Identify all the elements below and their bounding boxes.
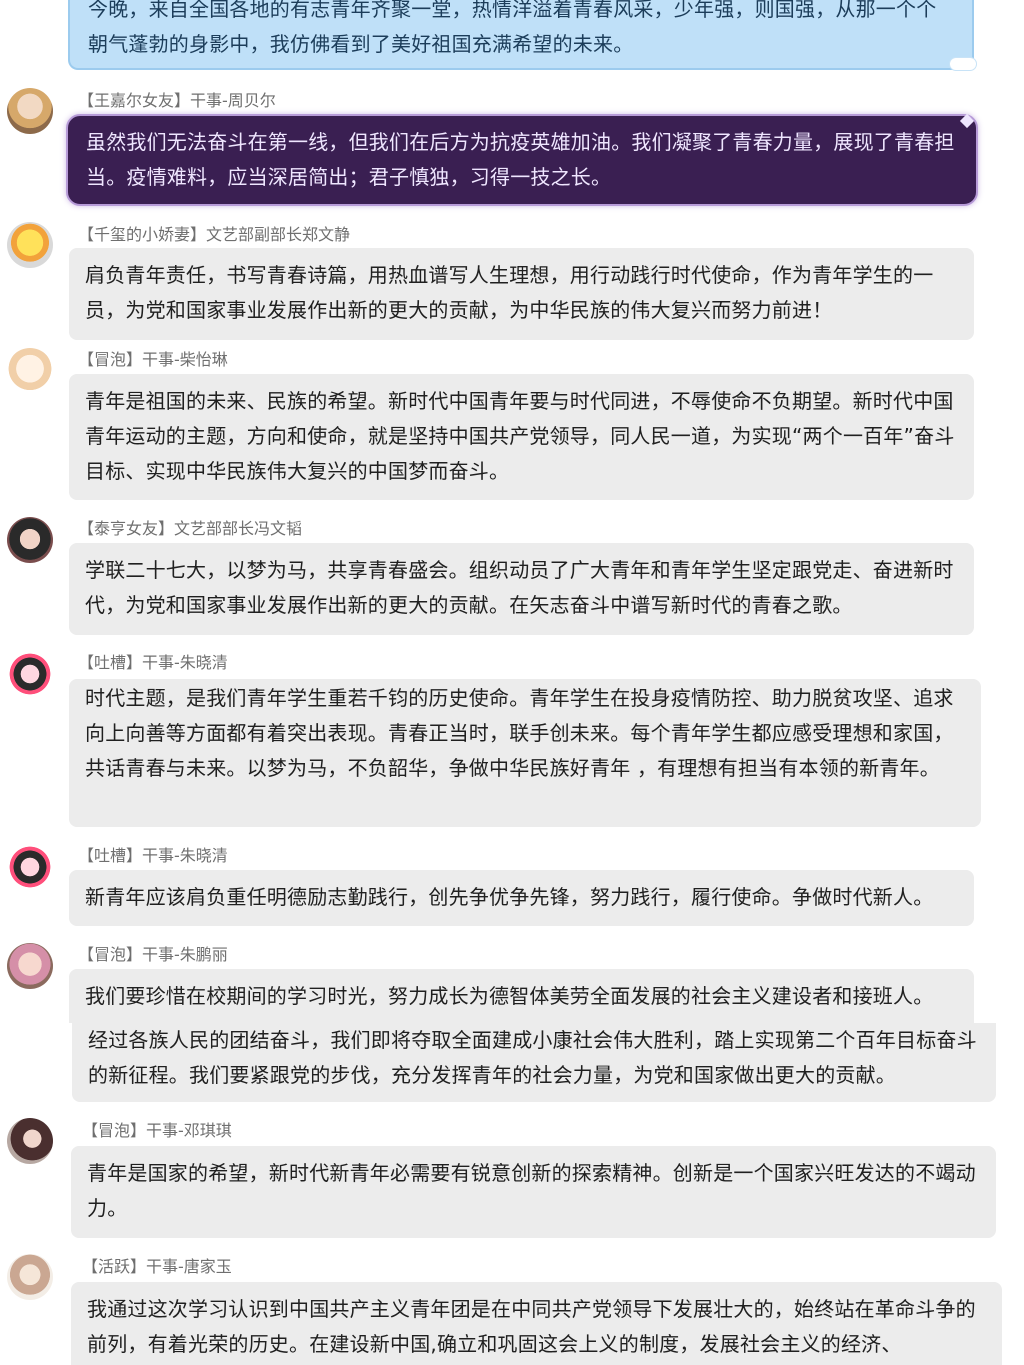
sender-tag: 【冒泡】	[78, 350, 143, 369]
sender-tag: 【冒泡】	[78, 945, 143, 964]
sender-line: 【活跃】干事-唐家玉	[82, 1257, 232, 1277]
message-bubble[interactable]: 青年是国家的希望，新时代新青年必需要有锐意创新的探索精神。创新是一个国家兴旺发达…	[71, 1146, 996, 1238]
chat-message: 【冒泡】干事-邓琪琪 青年是国家的希望，新时代新青年必需要有锐意创新的探索精神。…	[0, 1116, 1024, 1241]
sender-name: 干事-朱晓清	[142, 653, 228, 672]
sender-name: 文艺部副部长郑文静	[206, 225, 351, 244]
sender-name: 干事-柴怡琳	[142, 350, 228, 369]
sender-tag: 【冒泡】	[82, 1121, 147, 1140]
message-bubble[interactable]: 时代主题，是我们青年学生重若千钧的历史使命。青年学生在投身疫情防控、助力脱贫攻坚…	[69, 679, 981, 827]
chat-message: 【吐槽】干事-朱晓清 新青年应该肩负重任明德励志勤践行，创先争优争先锋，努力践行…	[0, 842, 1024, 932]
avatar[interactable]	[7, 1254, 53, 1300]
message-text: 青年是国家的希望，新时代新青年必需要有锐意创新的探索精神。创新是一个国家兴旺发达…	[87, 1161, 976, 1220]
cloud-decoration-icon	[950, 58, 976, 70]
sender-tag: 【吐槽】	[78, 846, 143, 865]
chat-message: 今晚，来自全国各地的有志青年齐聚一堂，热情洋溢着青春风采，少年强，则国强，从那一…	[0, 0, 1024, 75]
avatar[interactable]	[7, 348, 53, 394]
message-text: 新青年应该肩负重任明德励志勤践行，创先争优争先锋，努力践行，履行使命。争做时代新…	[85, 885, 934, 909]
sender-name: 干事-唐家玉	[146, 1257, 232, 1276]
message-text: 今晚，来自全国各地的有志青年齐聚一堂，热情洋溢着青春风采，少年强，则国强，从那一…	[88, 0, 937, 56]
sender-name: 干事-邓琪琪	[146, 1121, 232, 1140]
chat-message: 【冒泡】干事-朱鹏丽 我们要珍惜在校期间的学习时光，努力成长为德智体美劳全面发展…	[0, 941, 1024, 1106]
avatar[interactable]	[7, 517, 53, 563]
chat-message: 【活跃】干事-唐家玉 我通过这次学习认识到中国共产主义青年团是在中同共产党领导下…	[0, 1252, 1024, 1365]
chat-message: 【千玺的小娇妻】文艺部副部长郑文静 肩负青年责任，书写青春诗篇，用热血谱写人生理…	[0, 220, 1024, 344]
sender-line: 【冒泡】干事-朱鹏丽	[78, 945, 228, 965]
message-bubble[interactable]: 新青年应该肩负重任明德励志勤践行，创先争优争先锋，努力践行，履行使命。争做时代新…	[69, 870, 974, 926]
avatar[interactable]	[7, 943, 53, 989]
message-text: 青年是祖国的未来、民族的希望。新时代中国青年要与时代同进，不辱使命不负期望。新时…	[85, 389, 955, 483]
avatar[interactable]	[7, 844, 53, 890]
sender-line: 【王嘉尔女友】干事-周贝尔	[78, 91, 276, 111]
message-bubble[interactable]: 青年是祖国的未来、民族的希望。新时代中国青年要与时代同进，不辱使命不负期望。新时…	[69, 374, 974, 500]
sender-tag: 【吐槽】	[78, 653, 143, 672]
message-text: 我们要珍惜在校期间的学习时光，努力成长为德智体美劳全面发展的社会主义建设者和接班…	[85, 984, 934, 1008]
message-text: 经过各族人民的团结奋斗，我们即将夺取全面建成小康社会伟大胜利，踏上实现第二个百年…	[88, 1028, 977, 1087]
sender-line: 【冒泡】干事-柴怡琳	[78, 350, 228, 370]
chat-message: 【王嘉尔女友】干事-周贝尔 虽然我们无法奋斗在第一线，但我们在后方为抗疫英雄加油…	[0, 86, 1024, 210]
message-bubble[interactable]: 我们要珍惜在校期间的学习时光，努力成长为德智体美劳全面发展的社会主义建设者和接班…	[69, 969, 974, 1023]
message-bubble[interactable]: 肩负青年责任，书写青春诗篇，用热血谱写人生理想，用行动践行时代使命，作为青年学生…	[69, 248, 974, 340]
sender-line: 【千玺的小娇妻】文艺部副部长郑文静	[78, 225, 350, 245]
sender-line: 【泰亨女友】文艺部部长冯文韬	[78, 519, 302, 539]
sender-tag: 【泰亨女友】	[78, 519, 175, 538]
chat-message: 【吐槽】干事-朱晓清 时代主题，是我们青年学生重若千钧的历史使命。青年学生在投身…	[0, 649, 1024, 831]
message-bubble[interactable]: 我通过这次学习认识到中国共产主义青年团是在中同共产党领导下发展壮大的，始终站在革…	[71, 1282, 1002, 1365]
sender-name: 干事-周贝尔	[190, 91, 276, 110]
sender-name: 文艺部部长冯文韬	[174, 519, 303, 538]
message-text: 时代主题，是我们青年学生重若千钧的历史使命。青年学生在投身疫情防控、助力脱贫攻坚…	[85, 686, 954, 780]
message-text: 学联二十七大，以梦为马，共享青春盛会。组织动员了广大青年和青年学生坚定跟党走、奋…	[85, 558, 954, 617]
sender-line: 【吐槽】干事-朱晓清	[78, 653, 228, 673]
chat-page: 今晚，来自全国各地的有志青年齐聚一堂，热情洋溢着青春风采，少年强，则国强，从那一…	[0, 0, 1024, 1365]
chat-message: 【冒泡】干事-柴怡琳 青年是祖国的未来、民族的希望。新时代中国青年要与时代同进，…	[0, 346, 1024, 504]
message-bubble[interactable]: 学联二十七大，以梦为马，共享青春盛会。组织动员了广大青年和青年学生坚定跟党走、奋…	[69, 543, 974, 635]
chat-message: 【泰亨女友】文艺部部长冯文韬 学联二十七大，以梦为马，共享青春盛会。组织动员了广…	[0, 515, 1024, 639]
sender-tag: 【王嘉尔女友】	[78, 91, 191, 110]
message-text: 我通过这次学习认识到中国共产主义青年团是在中同共产党领导下发展壮大的，始终站在革…	[87, 1297, 976, 1356]
avatar[interactable]	[7, 222, 53, 268]
message-text: 虽然我们无法奋斗在第一线，但我们在后方为抗疫英雄加油。我们凝聚了青春力量，展现了…	[86, 130, 955, 189]
message-bubble[interactable]: 虽然我们无法奋斗在第一线，但我们在后方为抗疫英雄加油。我们凝聚了青春力量，展现了…	[66, 114, 978, 206]
message-text: 肩负青年责任，书写青春诗篇，用热血谱写人生理想，用行动践行时代使命，作为青年学生…	[85, 263, 934, 322]
avatar[interactable]	[7, 1118, 53, 1164]
avatar[interactable]	[7, 651, 53, 697]
avatar[interactable]	[7, 88, 53, 134]
sender-tag: 【活跃】	[82, 1257, 147, 1276]
message-bubble-continued[interactable]: 经过各族人民的团结奋斗，我们即将夺取全面建成小康社会伟大胜利，踏上实现第二个百年…	[72, 1023, 996, 1102]
sender-line: 【冒泡】干事-邓琪琪	[82, 1121, 232, 1141]
sender-name: 干事-朱鹏丽	[142, 945, 228, 964]
sender-tag: 【千玺的小娇妻】	[78, 225, 207, 244]
sender-line: 【吐槽】干事-朱晓清	[78, 846, 228, 866]
message-bubble[interactable]: 今晚，来自全国各地的有志青年齐聚一堂，热情洋溢着青春风采，少年强，则国强，从那一…	[68, 0, 974, 70]
sender-name: 干事-朱晓清	[142, 846, 228, 865]
